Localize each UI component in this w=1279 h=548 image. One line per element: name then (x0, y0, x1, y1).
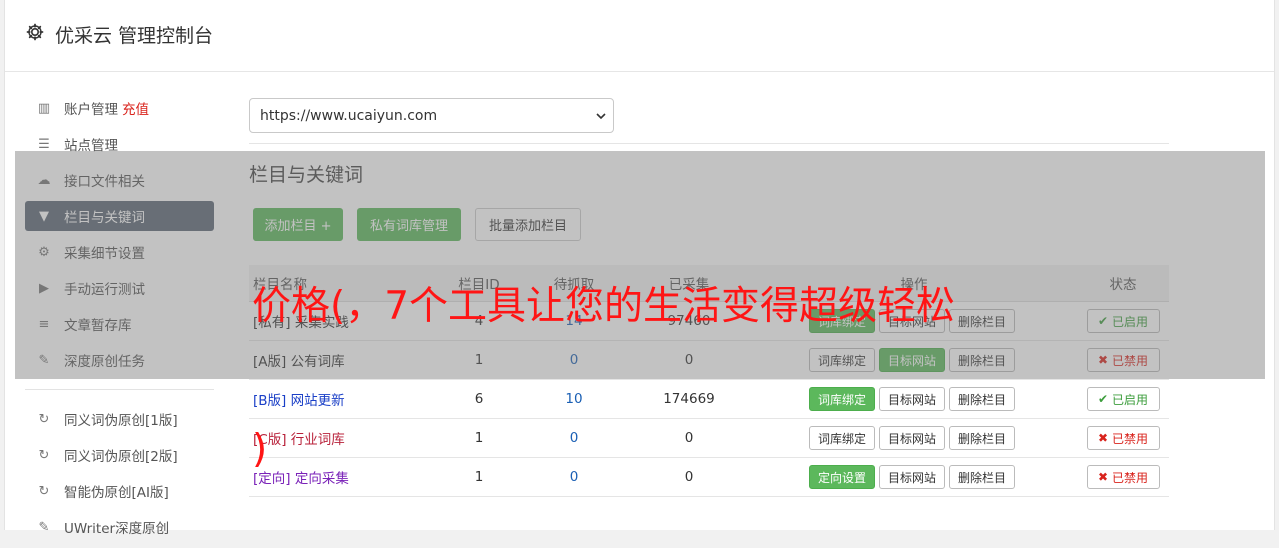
delete-column-button[interactable]: 删除栏目 (949, 426, 1016, 450)
sidebar-divider (25, 389, 214, 390)
ad-headline: 价格(，7个工具让您的生活变得超级轻松 (252, 284, 956, 329)
page-title: 优采云 管理控制台 (55, 25, 214, 47)
table-row: [B版] 网站更新 6 10 174669 词库绑定 目标网站 删除栏目 ✔ 已启用 (249, 380, 1169, 419)
column-title: 网站更新 (290, 393, 345, 409)
server-icon: ☰ (38, 136, 50, 152)
status-label: 已禁用 (1111, 470, 1148, 485)
collected-count: 0 (684, 469, 694, 485)
close-icon: ✖ (1098, 470, 1109, 484)
status-toggle[interactable]: ✔ 已启用 (1086, 387, 1160, 411)
target-site-button[interactable]: 目标网站 (878, 387, 945, 411)
gear-icon (26, 23, 44, 41)
column-title: 定向采集 (294, 471, 349, 487)
pending-count: 0 (569, 430, 579, 446)
divider (249, 143, 1169, 144)
pending-count: 10 (565, 391, 583, 407)
close-icon: ✖ (1098, 431, 1109, 445)
sidebar-item-items2-0[interactable]: ↻ 同义词伪原创[1版] (25, 404, 214, 434)
column-name[interactable]: [定向] 定向采集 (253, 458, 349, 496)
top-bar: 优采云 管理控制台 (5, 0, 1274, 72)
bar-chart-icon: ▥ (37, 100, 51, 116)
refresh-icon: ↻ (38, 411, 50, 427)
table-row: [C版] 行业词库 1 0 0 词库绑定 目标网站 删除栏目 ✖ 已禁用 (249, 419, 1169, 458)
sidebar-item-label: 同义词伪原创[1版] (64, 413, 178, 429)
state-cell: ✔ 已启用 (1086, 380, 1160, 418)
state-cell: ✖ 已禁用 (1086, 419, 1160, 457)
delete-column-button[interactable]: 删除栏目 (949, 387, 1016, 411)
sidebar-item-label: 同义词伪原创[2版] (64, 449, 178, 465)
column-name[interactable]: [B版] 网站更新 (253, 380, 345, 418)
recharge-link[interactable]: 充值 (122, 98, 149, 118)
lexicon-bind-button[interactable]: 词库绑定 (808, 426, 875, 450)
column-id: 1 (474, 430, 484, 446)
lexicon-bind-button[interactable]: 定向设置 (808, 465, 875, 489)
edit-icon: ✎ (38, 519, 50, 535)
row-actions: 词库绑定 目标网站 删除栏目 (769, 380, 1059, 418)
pending-count: 0 (569, 469, 579, 485)
site-select-value: https://www.ucaiyun.com (260, 107, 438, 124)
ad-overlay (15, 151, 1265, 379)
check-icon: ✔ (1098, 392, 1109, 406)
status-label: 已启用 (1111, 392, 1148, 407)
sidebar-item-items-0[interactable]: ▥ 账户管理 充值 (25, 93, 214, 123)
sidebar-item-label: 账户管理 (64, 102, 118, 118)
status-toggle[interactable]: ✖ 已禁用 (1086, 465, 1160, 489)
refresh-icon: ↻ (38, 483, 50, 499)
column-title: 行业词库 (290, 432, 345, 448)
chevron-down-icon (596, 113, 606, 120)
column-tag: [B版] (253, 393, 287, 409)
table-row: [定向] 定向采集 1 0 0 定向设置 目标网站 删除栏目 ✖ 已禁用 (249, 458, 1169, 497)
sidebar-item-label: UWriter深度原创 (64, 521, 170, 537)
lexicon-bind-button[interactable]: 词库绑定 (808, 387, 875, 411)
site-select[interactable]: https://www.ucaiyun.com (249, 98, 614, 133)
row-actions: 定向设置 目标网站 删除栏目 (769, 458, 1059, 496)
status-toggle[interactable]: ✖ 已禁用 (1086, 426, 1160, 450)
sidebar-item-items2-1[interactable]: ↻ 同义词伪原创[2版] (25, 440, 214, 470)
target-site-button[interactable]: 目标网站 (878, 426, 945, 450)
delete-column-button[interactable]: 删除栏目 (949, 465, 1016, 489)
refresh-icon: ↻ (38, 447, 50, 463)
target-site-button[interactable]: 目标网站 (878, 465, 945, 489)
status-label: 已禁用 (1111, 431, 1148, 446)
sidebar-item-items2-2[interactable]: ↻ 智能伪原创[AI版] (25, 476, 214, 506)
state-cell: ✖ 已禁用 (1086, 458, 1160, 496)
sidebar-item-label: 智能伪原创[AI版] (64, 485, 169, 501)
ad-headline-tail: ) (252, 427, 268, 472)
column-id: 6 (474, 391, 484, 407)
sidebar-item-items2-3[interactable]: ✎ UWriter深度原创 (25, 512, 214, 542)
collected-count: 174669 (663, 391, 715, 407)
collected-count: 0 (684, 430, 694, 446)
column-id: 1 (474, 469, 484, 485)
row-actions: 词库绑定 目标网站 删除栏目 (769, 419, 1059, 457)
